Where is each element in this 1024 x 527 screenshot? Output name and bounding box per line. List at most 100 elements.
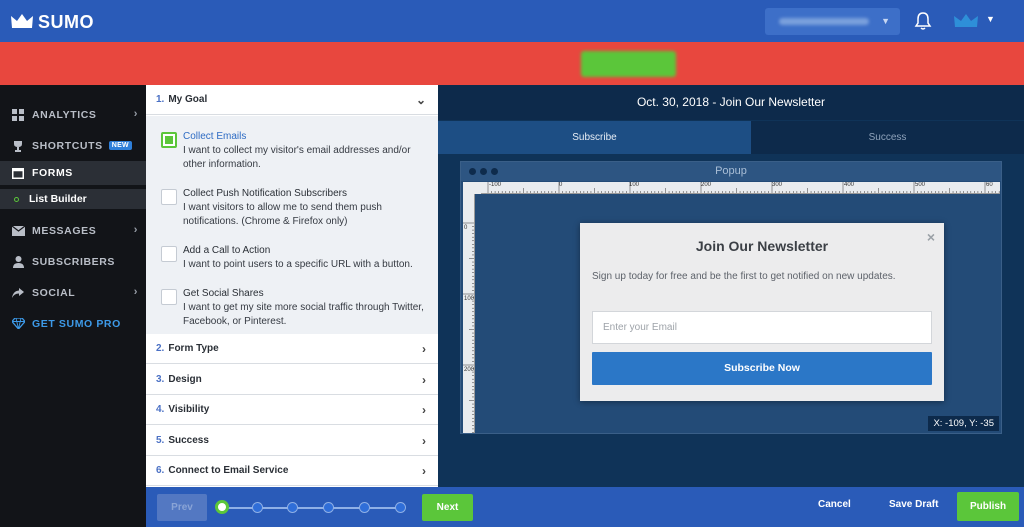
ruler-label: -100 [489,182,502,188]
user-menu-chevron-icon[interactable]: ▼ [986,14,995,24]
sidebar-subitem-label: List Builder [29,193,87,205]
sidebar-item-label: ANALYTICS [32,108,97,121]
sidebar-item-shortcuts[interactable]: SHORTCUTS NEW [0,130,146,161]
step-progress-track [224,507,404,509]
goal-title: Get Social Shares [183,288,264,299]
ruler-label: 0 [559,182,563,188]
sidebar: ANALYTICS › SHORTCUTS NEW FORMS List Bui… [0,85,146,527]
goal-checkbox[interactable] [161,132,177,148]
chevron-right-icon: › [422,464,426,478]
goal-checkbox[interactable] [161,289,177,305]
progress-step-6[interactable] [395,502,406,513]
tab-success[interactable]: Success [751,121,1024,154]
sidebar-item-subscribers[interactable]: SUBSCRIBERS [0,246,146,277]
banner-button-blurred[interactable] [581,51,676,77]
bottom-toolbar: Prev Next Cancel Save Draft Publish [146,487,1024,527]
window-icon [11,166,25,180]
sidebar-item-label: SUBSCRIBERS [32,255,116,268]
person-icon [11,255,25,269]
share-icon [11,286,25,300]
crown-icon [11,14,33,28]
popup-text[interactable]: Sign up today for free and be the first … [592,269,912,284]
promo-banner [0,42,1024,85]
step-label: My Goal [168,94,208,105]
newsletter-popup: × Join Our Newsletter Sign up today for … [580,223,944,401]
cursor-coordinates: X: -109, Y: -35 [928,416,999,431]
preview-area: Oct. 30, 2018 - Join Our Newsletter Subs… [438,85,1024,487]
next-button[interactable]: Next [422,494,473,521]
goal-description: I want to collect my visitor's email add… [183,145,411,170]
step-form-type[interactable]: 2. Form Type › [146,334,438,364]
step-label: Form Type [168,343,219,354]
sumo-logo[interactable]: SUMO [10,11,94,33]
sidebar-item-get-sumo-pro[interactable]: GET SUMO PRO [0,308,146,339]
ruler-label: 60 [986,182,993,188]
step-my-goal[interactable]: 1. My Goal ⌄ [146,85,438,115]
goal-title: Collect Push Notification Subscribers [183,188,347,199]
popup-title[interactable]: Join Our Newsletter [580,238,944,254]
chevron-right-icon: › [422,403,426,417]
window-title: Popup [715,165,747,177]
sidebar-item-label: GET SUMO PRO [32,317,121,330]
chevron-right-icon: › [133,108,138,120]
progress-step-2[interactable] [252,502,263,513]
step-connect-email-service[interactable]: 6. Connect to Email Service › [146,456,438,486]
account-select[interactable]: ▼ [765,8,900,35]
sidebar-item-analytics[interactable]: ANALYTICS › [0,99,146,130]
step-number: 4. [156,404,165,415]
diamond-icon [11,317,25,331]
grid-icon [11,108,25,122]
sidebar-item-label: MESSAGES [32,224,97,237]
envelope-icon [11,224,25,238]
ruler-label: 200 [464,367,475,373]
active-dot-icon [14,196,19,202]
step-label: Success [168,435,209,446]
account-email-blurred [779,18,869,25]
crown-avatar-icon[interactable] [953,13,979,29]
goal-checkbox[interactable] [161,246,177,262]
step-design[interactable]: 3. Design › [146,365,438,395]
sidebar-item-forms[interactable]: FORMS [0,161,146,185]
goal-title: Collect Emails [183,131,247,142]
sidebar-item-label: SOCIAL [32,286,76,299]
horizontal-ruler: -100 0 100 200 300 400 500 60 [481,182,1000,194]
tab-subscribe[interactable]: Subscribe [438,121,751,154]
publish-button[interactable]: Publish [957,492,1019,521]
goal-checkbox[interactable] [161,189,177,205]
window-titlebar: Popup [461,162,1001,181]
sidebar-item-list-builder[interactable]: List Builder [0,189,146,209]
cancel-button[interactable]: Cancel [818,499,851,510]
chevron-right-icon: › [133,224,138,236]
progress-step-3[interactable] [287,502,298,513]
chevron-right-icon: › [422,434,426,448]
banner-text-blurred [352,57,577,69]
step-success[interactable]: 5. Success › [146,426,438,456]
sidebar-item-messages[interactable]: MESSAGES › [0,215,146,246]
email-field[interactable]: Enter your Email [592,311,932,344]
ruler-label: 0 [464,225,468,231]
popup-preview-window: Popup -100 0 100 200 300 400 500 60 0 10… [460,161,1002,434]
step-visibility[interactable]: 4. Visibility › [146,395,438,425]
ruler-label: 100 [464,296,475,302]
save-draft-button[interactable]: Save Draft [889,499,938,510]
chevron-down-icon: ⌄ [415,93,426,107]
chevron-right-icon: › [422,373,426,387]
progress-step-1[interactable] [215,500,229,514]
step-number: 6. [156,465,165,476]
sidebar-item-label: FORMS [32,167,73,179]
bell-icon[interactable] [914,11,932,31]
step-number: 1. [156,94,165,105]
subscribe-now-button[interactable]: Subscribe Now [592,352,932,385]
chevron-right-icon: › [422,342,426,356]
ruler-label: 200 [701,182,712,188]
ruler-corner [463,182,481,194]
progress-step-5[interactable] [359,502,370,513]
top-header: SUMO ▼ ▼ [0,0,1024,42]
sidebar-item-social[interactable]: SOCIAL › [0,277,146,308]
campaign-title: Oct. 30, 2018 - Join Our Newsletter [438,85,1024,120]
trophy-icon [11,139,25,153]
progress-step-4[interactable] [323,502,334,513]
chevron-down-icon: ▼ [881,16,890,26]
prev-button[interactable]: Prev [157,494,207,521]
steps-panel: 1. My Goal ⌄ Collect Emails I want to co… [146,85,438,487]
